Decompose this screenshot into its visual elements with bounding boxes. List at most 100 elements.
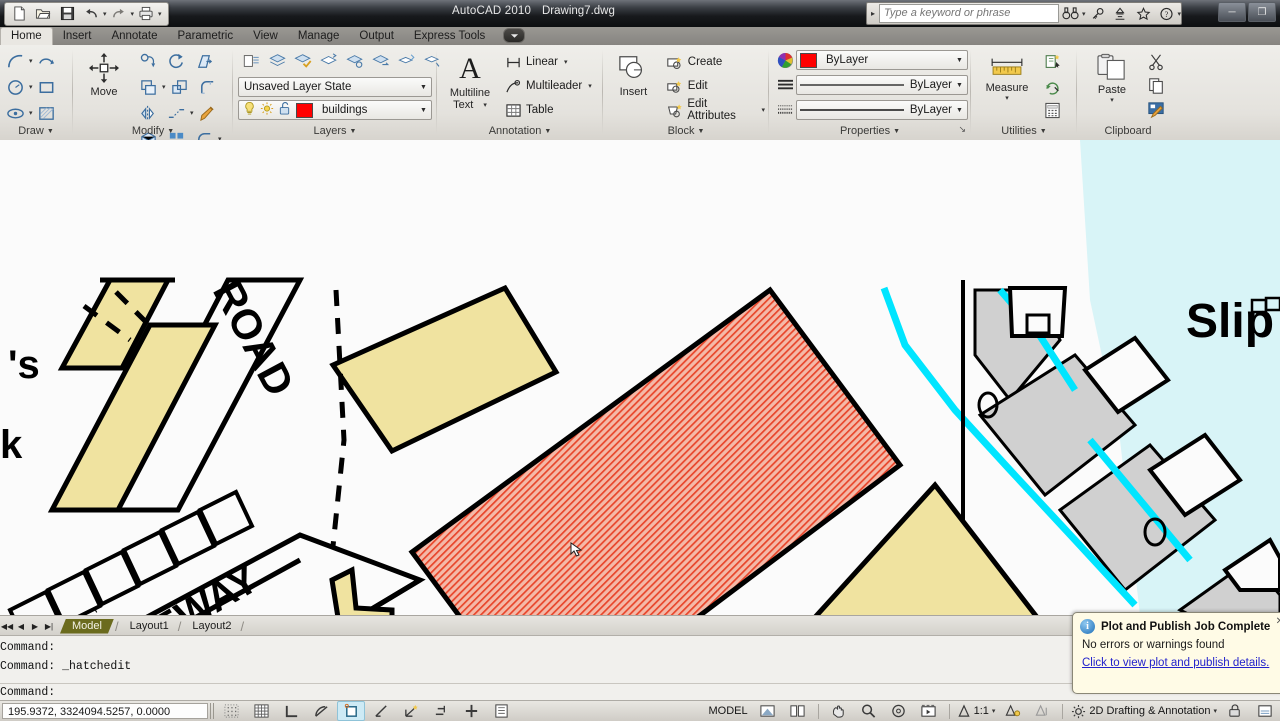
object-color-dropdown-icon[interactable]: ▼: [952, 51, 967, 69]
measure-button[interactable]: Measure ▾: [976, 48, 1038, 126]
layout-prev-icon[interactable]: ◀: [14, 618, 28, 634]
panel-title-properties[interactable]: Properties ▼ ↘: [770, 122, 970, 140]
infocenter-expand-icon[interactable]: ▸: [867, 4, 879, 23]
drawing-canvas[interactable]: Slip 's k ROAD: [0, 140, 1280, 615]
favorites-star-icon[interactable]: [1132, 4, 1155, 23]
multileader-dropdown-icon[interactable]: ▾: [588, 82, 592, 90]
trim-icon[interactable]: [190, 48, 218, 74]
coordinate-display[interactable]: 195.9372, 3324094.5257, 0.0000: [2, 703, 208, 719]
multiline-text-dropdown-icon[interactable]: ▾: [483, 101, 487, 109]
color-wheel-icon[interactable]: [774, 49, 796, 71]
circle-tool-icon[interactable]: [1, 74, 29, 100]
circle-dropdown-icon[interactable]: ▾: [29, 83, 33, 91]
workspace-switcher[interactable]: 2D Drafting & Annotation ▾: [1068, 702, 1220, 720]
layout-first-icon[interactable]: ◀◀: [0, 618, 14, 634]
object-color-combo[interactable]: ByLayer ▼: [796, 50, 968, 70]
layer-properties-icon[interactable]: [238, 48, 264, 74]
undo-icon[interactable]: [79, 3, 103, 25]
panel-title-block[interactable]: Block ▼: [604, 122, 768, 140]
measure-distance-icon[interactable]: [1038, 74, 1066, 98]
polar-tracking-toggle[interactable]: [307, 701, 335, 721]
table-button[interactable]: Table: [502, 98, 595, 122]
panel-title-draw[interactable]: Draw ▼: [0, 122, 72, 140]
new-icon[interactable]: [7, 3, 31, 25]
edit-block-button[interactable]: Edit: [663, 74, 768, 98]
move-button[interactable]: Move: [74, 48, 134, 126]
auto-scale-icon[interactable]: [1028, 701, 1056, 721]
tab-model[interactable]: Model: [60, 619, 114, 634]
arc-tool-icon[interactable]: [1, 48, 29, 74]
lineweight-combo[interactable]: ByLayer ▼: [796, 100, 968, 120]
restore-button[interactable]: ❐: [1248, 2, 1276, 22]
allow-ucs-toggle[interactable]: [397, 701, 425, 721]
steering-wheel-icon[interactable]: [885, 701, 913, 721]
layout-last-icon[interactable]: ▶|: [42, 618, 56, 634]
panel-title-annotation[interactable]: Annotation ▼: [438, 122, 602, 140]
quick-select-icon[interactable]: [1038, 50, 1066, 74]
model-space-button[interactable]: MODEL: [703, 703, 752, 719]
qat-dropdown-icon[interactable]: ▾: [158, 10, 162, 18]
insert-block-button[interactable]: Insert: [604, 48, 663, 126]
object-snap-toggle[interactable]: [337, 701, 365, 721]
tab-layout1[interactable]: Layout1: [120, 619, 177, 634]
sign-in-icon[interactable]: [1109, 4, 1132, 23]
help-dropdown-icon[interactable]: ▾: [1178, 10, 1182, 18]
layer-off-icon[interactable]: [290, 48, 316, 74]
tab-express-tools[interactable]: Express Tools: [404, 28, 495, 45]
object-snap-tracking-toggle[interactable]: [367, 701, 395, 721]
layer-state-combo[interactable]: Unsaved Layer State ▼: [238, 77, 432, 97]
linear-dimension-button[interactable]: Linear ▾: [502, 50, 595, 74]
lineweight-toggle[interactable]: [457, 701, 485, 721]
undo-dropdown-icon[interactable]: ▾: [103, 10, 107, 18]
paste-dropdown-icon[interactable]: ▾: [1110, 96, 1114, 104]
panel-title-layers[interactable]: Layers ▼: [234, 122, 436, 140]
current-layer-combo[interactable]: buildings ▼: [238, 100, 432, 120]
ribbon-minimize-dropdown-icon[interactable]: [503, 28, 526, 43]
linear-dropdown-icon[interactable]: ▾: [564, 58, 568, 66]
showmotion-icon[interactable]: [915, 701, 943, 721]
help-icon[interactable]: ?: [1155, 4, 1178, 23]
key-icon[interactable]: [1086, 4, 1109, 23]
lineweight-dropdown-icon[interactable]: ▼: [952, 101, 967, 119]
lineweight-icon[interactable]: [774, 99, 796, 121]
scale-icon[interactable]: [166, 74, 194, 100]
layer-state-dropdown-icon[interactable]: ▼: [416, 78, 431, 96]
tab-insert[interactable]: Insert: [53, 28, 102, 45]
annotation-scale-control[interactable]: 1:1 ▾: [955, 702, 998, 720]
layer-previous-icon[interactable]: [368, 48, 394, 74]
current-layer-dropdown-icon[interactable]: ▼: [416, 101, 431, 119]
multileader-button[interactable]: Multileader ▾: [502, 74, 595, 98]
stretch-tool-icon[interactable]: [33, 48, 61, 74]
panel-title-utilities[interactable]: Utilities ▼: [972, 122, 1076, 140]
object-color-swatch[interactable]: [800, 52, 817, 68]
edit-attributes-button[interactable]: Edit Attributes ▾: [663, 98, 768, 122]
tab-manage[interactable]: Manage: [288, 28, 350, 45]
copy-object-icon[interactable]: [134, 48, 162, 74]
arc-dropdown-icon[interactable]: ▾: [29, 57, 33, 65]
save-icon[interactable]: [55, 3, 79, 25]
annotation-visibility-icon[interactable]: [998, 701, 1026, 721]
copy-clip-icon[interactable]: [1142, 74, 1170, 98]
ortho-mode-toggle[interactable]: [277, 701, 305, 721]
layer-thaw-icon[interactable]: [260, 101, 274, 119]
panel-title-modify[interactable]: Modify ▼: [74, 122, 232, 140]
tab-output[interactable]: Output: [349, 28, 404, 45]
tab-layout2[interactable]: Layout2: [182, 619, 239, 634]
pan-icon[interactable]: [825, 701, 853, 721]
dynamic-input-toggle[interactable]: [427, 701, 455, 721]
toolbar-lock-icon[interactable]: [1221, 701, 1249, 721]
tab-parametric[interactable]: Parametric: [168, 28, 244, 45]
paste-button[interactable]: Paste ▾: [1082, 48, 1142, 126]
balloon-close-icon[interactable]: ✕: [1276, 616, 1280, 627]
layer-unlock-icon[interactable]: [278, 101, 291, 119]
open-icon[interactable]: [31, 3, 55, 25]
create-block-button[interactable]: Create: [663, 50, 768, 74]
tab-home[interactable]: Home: [0, 27, 53, 45]
offset-dropdown-icon[interactable]: ▾: [162, 83, 166, 100]
properties-dialog-launcher-icon[interactable]: ↘: [958, 120, 966, 138]
cut-icon[interactable]: [1142, 50, 1170, 74]
layer-color-swatch[interactable]: [296, 102, 313, 118]
calculator-icon[interactable]: [1038, 98, 1066, 122]
plot-icon[interactable]: [134, 3, 158, 25]
annotation-scale-dropdown-icon[interactable]: ▾: [992, 707, 996, 715]
